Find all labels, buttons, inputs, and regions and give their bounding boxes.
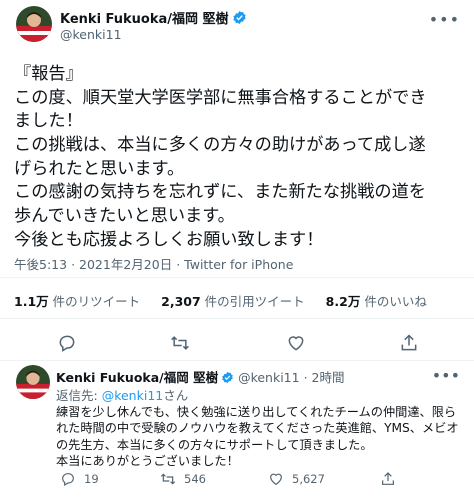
retweets-label: 件のリツイート xyxy=(52,294,141,309)
share-icon[interactable] xyxy=(396,330,422,356)
tweet-time: 午後5:13 xyxy=(14,257,68,272)
like-icon[interactable] xyxy=(283,330,309,356)
likes-count: 8.2万 xyxy=(325,294,361,309)
tweet-text-line: ました！ xyxy=(14,111,83,132)
reply-share-button[interactable] xyxy=(380,471,396,487)
replying-prefix: 返信先: xyxy=(56,388,98,403)
avatar[interactable] xyxy=(16,6,52,42)
retweet-icon xyxy=(160,473,176,485)
quotes-label: 件の引用ツイート xyxy=(204,294,305,309)
tweet-time-link[interactable]: 午後5:13 · 2021年2月20日 xyxy=(14,257,172,272)
quotes-count: 2,307 xyxy=(161,294,201,309)
author-handle[interactable]: @kenki11 xyxy=(60,27,122,42)
share-icon xyxy=(382,472,394,485)
reply-text-line: れた時間の中で受験のノウハウを教えてくださった英進館、YMS、メビオ xyxy=(56,421,459,436)
quotes-stat[interactable]: 2,307 件の引用ツイート xyxy=(161,294,305,309)
reply-text: 練習を少し休んでも、快く勉強に送り出してくれたチームの仲間達、限ら れた時間の中… xyxy=(56,404,468,469)
divider xyxy=(0,318,474,319)
replying-suffix: さん xyxy=(163,388,189,403)
reply-icon[interactable] xyxy=(54,330,80,356)
more-dots-icon[interactable]: ••• xyxy=(429,10,460,29)
reply-like-count: 5,627 xyxy=(292,472,325,486)
tweet-text-line: げられたと思います。 xyxy=(14,158,185,179)
tweet-text-line: 『報告』 xyxy=(14,64,83,84)
tweet-text: 『報告』 この度、順天堂大学医学部に無事合格することができ ました！ この挑戦は… xyxy=(14,63,468,253)
divider xyxy=(0,360,474,361)
author-name-text[interactable]: Kenki Fukuoka/福岡 堅樹 xyxy=(60,12,229,27)
tweet-meta: 午後5:13 · 2021年2月20日 · Twitter for iPhone xyxy=(14,254,293,273)
reply-header: Kenki Fukuoka/福岡 堅樹 @kenki11 · 2時間 xyxy=(56,367,345,387)
verified-badge-icon xyxy=(232,10,247,29)
tweet-date: 2021年2月20日 xyxy=(79,257,173,272)
divider xyxy=(0,277,474,278)
reply-reply-count: 19 xyxy=(84,472,99,486)
tweet-source-link[interactable]: Twitter for iPhone xyxy=(184,257,293,272)
verified-badge-icon xyxy=(221,371,234,387)
reply-retweet-count: 546 xyxy=(184,472,206,486)
tweet-text-line: この挑戦は、本当に多くの方々の助けがあって成し遂 xyxy=(14,135,426,156)
reply-text-line: 練習を少し休んでも、快く勉強に送り出してくれたチームの仲間達、限ら xyxy=(56,405,457,419)
replying-mention-link[interactable]: @kenki11 xyxy=(102,388,164,403)
reply-author-handle[interactable]: @kenki11 xyxy=(238,370,300,385)
reply-actions: 19 546 5,627 xyxy=(0,471,474,491)
reply-retweet-button[interactable]: 546 xyxy=(160,471,206,487)
reply-icon xyxy=(62,473,74,487)
tweet-text-line: 歩んでいきたいと思います。 xyxy=(14,206,235,227)
like-icon xyxy=(270,473,282,486)
retweets-stat[interactable]: 1.1万 件のリツイート xyxy=(14,294,140,309)
reply-reply-button[interactable]: 19 xyxy=(60,471,99,487)
more-dots-icon[interactable]: ••• xyxy=(432,366,460,385)
reply-time[interactable]: 2時間 xyxy=(312,370,345,385)
reply-text-line: 本当にありがとうございました！ xyxy=(56,453,239,468)
likes-label: 件のいいね xyxy=(364,294,427,309)
reply-avatar[interactable] xyxy=(16,365,50,399)
meta-separator: · xyxy=(303,370,308,385)
reply-text-line: の先生方、本当に多くの方々にサポートして頂きました。 xyxy=(56,437,373,452)
tweet-text-line: 今後とも応援よろしくお願い致します！ xyxy=(14,229,324,250)
reply-like-button[interactable]: 5,627 xyxy=(268,471,325,487)
retweet-icon[interactable] xyxy=(167,330,193,356)
reply-author-name[interactable]: Kenki Fukuoka/福岡 堅樹 xyxy=(56,370,218,385)
tweet-text-line: この度、順天堂大学医学部に無事合格することができ xyxy=(14,87,427,108)
tweet-actions xyxy=(0,330,474,356)
likes-stat[interactable]: 8.2万 件のいいね xyxy=(326,294,427,309)
retweets-count: 1.1万 xyxy=(14,294,49,309)
meta-separator: · xyxy=(176,257,181,272)
meta-separator: · xyxy=(71,257,76,272)
replying-to: 返信先: @kenki11さん xyxy=(56,385,188,404)
tweet-text-line: この感謝の気持ちを忘れずに、また新たな挑戦の道を xyxy=(14,182,426,203)
tweet-stats: 1.1万 件のリツイート 2,307 件の引用ツイート 8.2万 件のいいね xyxy=(14,291,444,310)
author-name[interactable]: Kenki Fukuoka/福岡 堅樹 xyxy=(60,8,247,29)
